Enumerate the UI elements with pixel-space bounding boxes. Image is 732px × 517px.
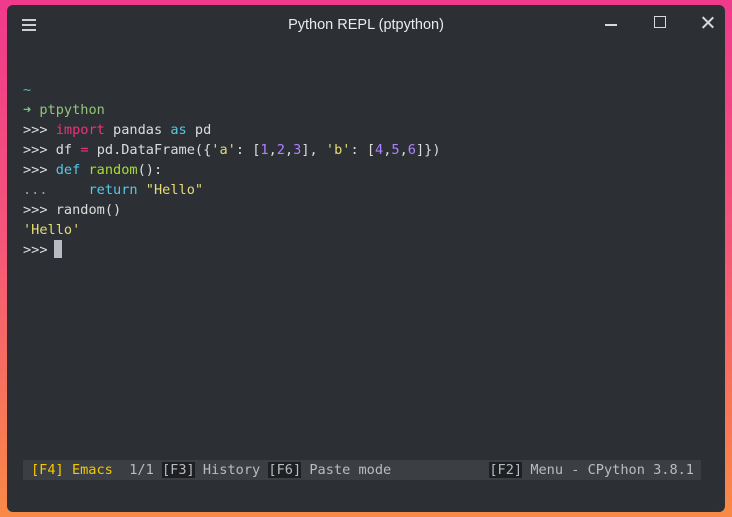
paste-mode-label: Paste mode	[309, 462, 392, 478]
keyword: import	[55, 122, 105, 138]
continuation-prompt: ...	[23, 182, 48, 198]
repl-line: >>> df = pd.DataFrame({'a': [1,2,3], 'b'…	[23, 140, 713, 160]
code-text: ],	[301, 142, 318, 158]
repl-line: >>> import pandas as pd	[23, 120, 713, 140]
repl-prompt: >>>	[23, 162, 48, 178]
repl-line: >>> random()	[23, 200, 713, 220]
repl-prompt: >>>	[23, 122, 48, 138]
number-literal: 1	[260, 142, 269, 158]
operator: =	[80, 142, 89, 158]
shell-command-line: ➜ ptpython	[23, 100, 713, 120]
close-icon[interactable]	[698, 13, 718, 33]
repl-line: >>> def random():	[23, 160, 713, 180]
repl-prompt: >>>	[23, 202, 48, 218]
prompt-arrow-icon: ➜	[23, 102, 32, 118]
code-text: random()	[55, 202, 122, 218]
shell-command: ptpython	[39, 102, 105, 118]
terminal-window: Python REPL (ptpython) ~ ➜ ptpython >>> …	[7, 5, 725, 512]
menu-python-version: Menu - CPython 3.8.1	[530, 462, 694, 478]
code-text: .DataFrame({	[113, 142, 212, 158]
history-position: 1/1	[129, 462, 154, 478]
terminal-output[interactable]: ~ ➜ ptpython >>> import pandas as pd >>>…	[23, 80, 713, 440]
keyword: return	[88, 182, 138, 198]
cwd: ~	[23, 82, 32, 98]
repl-input-line[interactable]: >>>	[23, 240, 713, 260]
f6-key-label[interactable]: [F6]	[268, 462, 302, 478]
cwd-line: ~	[23, 80, 713, 100]
number-literal: 2	[276, 142, 285, 158]
repl-continuation-line: ... return "Hello"	[23, 180, 713, 200]
code-text: :	[350, 142, 359, 158]
keyword: def	[55, 162, 81, 178]
title-bar: Python REPL (ptpython)	[7, 5, 725, 47]
repl-prompt: >>>	[23, 142, 48, 158]
keyword: as	[170, 122, 187, 138]
function-name: random	[88, 162, 138, 178]
f3-key-label[interactable]: [F3]	[161, 462, 195, 478]
f4-key-label[interactable]: [F4]	[23, 462, 64, 478]
code-text: ,	[284, 142, 294, 158]
code-text: ():	[137, 162, 163, 178]
identifier: pandas	[113, 122, 163, 138]
output-value: 'Hello'	[23, 222, 81, 238]
code-text: :	[235, 142, 245, 158]
history-label: History	[202, 462, 261, 478]
identifier: df	[55, 142, 73, 158]
number-literal: 5	[391, 142, 400, 158]
number-literal: 4	[375, 142, 384, 158]
identifier: pd	[194, 122, 212, 138]
f2-key-label[interactable]: [F2]	[489, 462, 523, 478]
code-text: [	[366, 142, 376, 158]
minimize-icon[interactable]	[601, 13, 621, 33]
text-cursor	[53, 240, 62, 258]
maximize-icon[interactable]	[650, 13, 670, 33]
repl-output: 'Hello'	[23, 220, 713, 240]
string-literal: 'b'	[325, 142, 351, 158]
number-literal: 6	[407, 142, 416, 158]
code-text: ,	[268, 142, 277, 158]
string-literal: 'a'	[211, 142, 236, 158]
status-bar: [F4] Emacs 1/1 [F3] History [F6] Paste m…	[23, 460, 701, 480]
repl-prompt: >>>	[23, 242, 48, 258]
editing-mode: Emacs	[71, 462, 113, 478]
identifier: pd	[96, 142, 114, 158]
string-literal: "Hello"	[145, 182, 204, 198]
code-text: ]})	[415, 142, 441, 158]
code-text: ,	[399, 142, 408, 158]
